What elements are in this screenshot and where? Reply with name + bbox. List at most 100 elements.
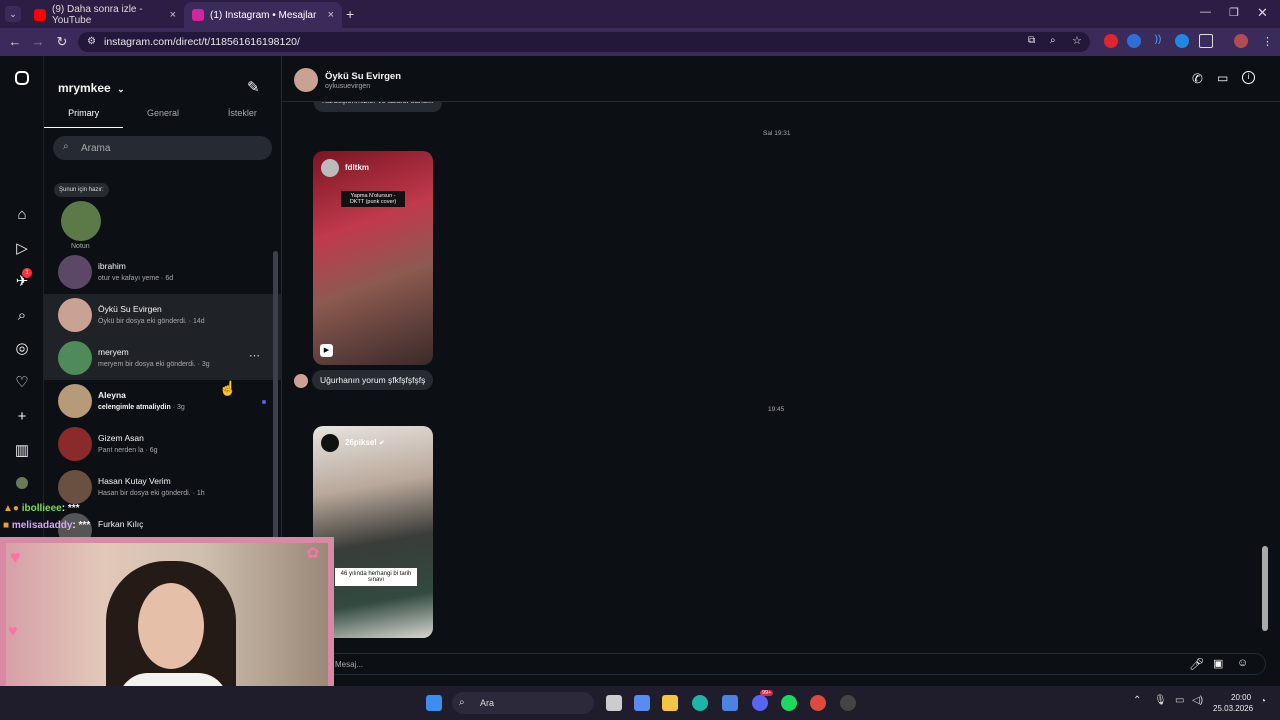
conversation-name: Öykü Su Evirgen [98,304,162,314]
extension-translate-icon[interactable] [1127,34,1141,48]
address-bar[interactable]: ⚙ instagram.com/direct/t/118561616198120… [78,32,1090,52]
reel-caption: 46 yılında herhangi bi tarih sınavı [335,568,417,586]
shared-reel-card[interactable]: fdltkm Yapma N'olursun - DKTT (punk cove… [313,151,433,365]
spotify-icon[interactable] [781,695,797,711]
tray-network-icon[interactable]: ▭ [1175,695,1184,706]
stream-chat-line: ▲● ibollieee: *** [3,503,80,514]
notification-bell-icon[interactable]: ◔ [1260,696,1266,707]
forward-button[interactable]: → [25,34,51,49]
microphone-icon[interactable]: 🎤︎ [1189,657,1204,671]
chat-scrollbar[interactable] [1262,546,1268,631]
timestamp: Sal 19:31 [763,130,791,137]
browser-menu-icon[interactable]: ⋮ [1262,35,1273,48]
more-options-icon[interactable]: ⋯ [249,349,260,362]
conversation-item[interactable]: ibrahim otur ve kafayı yeme · 6d [44,251,282,294]
chat-panel: Kardeşlerimizler ve abarsı sandık Öykü S… [282,56,1280,686]
task-view-icon[interactable] [606,695,622,711]
chrome-icon[interactable] [810,695,826,711]
badge-icon: ■ [3,520,10,531]
unread-dot [262,400,266,404]
avatar [58,427,92,461]
conversation-item[interactable]: Gizem Asan Pant nerden la · 6g [44,423,282,466]
instagram-icon [192,9,204,21]
minimize-button[interactable]: — [1200,6,1211,18]
chat-name[interactable]: Öykü Su Evirgen [325,71,401,82]
message-input[interactable]: Mesaj... 🎤︎ ▣ ☺ [322,653,1266,675]
image-upload-icon[interactable]: ▣ [1213,657,1223,670]
conversation-name: Hasan Kutay Verim [98,476,171,486]
profile-avatar[interactable] [1234,34,1248,48]
notifications-heart-icon[interactable]: ♡ [13,374,31,392]
window-close-button[interactable]: ✕ [1257,5,1268,21]
tray-mic-icon[interactable]: 🎙︎ [1154,695,1167,706]
new-message-icon[interactable]: ✎ [247,78,260,96]
conversation-item[interactable]: Aleyna celengimle atmaliydin · 3g [44,380,282,423]
file-explorer-icon[interactable] [662,695,678,711]
install-icon[interactable]: ⧉ [1028,35,1035,46]
home-icon[interactable]: ⌂ [13,206,31,224]
tab-requests[interactable]: İstekler [203,108,282,128]
edge-icon[interactable] [692,695,708,711]
close-icon[interactable]: × [170,9,176,21]
close-icon[interactable]: × [328,9,334,21]
reels-icon[interactable]: ▷ [13,240,31,258]
notification-badge: 1 [22,268,32,278]
account-switcher[interactable]: mrymkee ⌄ [58,81,125,95]
tab-primary[interactable]: Primary [44,108,124,128]
extension-blue-icon[interactable] [1175,34,1189,48]
inbox-scrollbar[interactable] [273,251,278,541]
timestamp: 19:45 [768,406,785,413]
reload-button[interactable]: ↻ [49,34,75,50]
tab-youtube[interactable]: (9) Daha sonra izle - YouTube × [26,2,184,28]
reel-caption: Yapma N'olursun - DKTT (punk cover) [341,191,405,207]
conversation-name: Furkan Kılıç [98,519,144,529]
avatar [58,255,92,289]
extension-audio-icon[interactable]: )) [1151,34,1165,48]
dashboard-icon[interactable]: ▥ [13,442,31,460]
clock-time[interactable]: 20:00 [1231,693,1251,702]
bow-icon: ✿ [306,545,320,562]
copilot-icon[interactable] [634,695,650,711]
tab-search-button[interactable]: ⌄ [5,6,21,22]
tab-instagram-label: (1) Instagram • Mesajlar [210,9,317,21]
search-icon[interactable]: ⌕ [13,307,31,325]
messages-icon[interactable]: ✈ 1 [13,268,32,291]
create-icon[interactable]: + [13,408,31,426]
tab-general[interactable]: General [123,108,202,128]
conversation-item[interactable]: Öykü Su Evirgen Öykü bir dosya eki gönde… [44,294,282,337]
chevron-down-icon: ⌄ [117,84,125,94]
search-input[interactable]: ⌕ Arama [53,136,272,160]
site-info-icon[interactable]: ⚙ [87,36,96,47]
verified-icon: ✔ [378,440,385,447]
new-tab-button[interactable]: + [346,6,354,22]
store-icon[interactable] [722,695,738,711]
explore-icon[interactable]: ◎ [13,340,31,358]
message-bubble[interactable]: Uğurhanın yorum şfkfşfşfşfş [312,370,434,390]
sticker-icon[interactable]: ☺ [1237,657,1248,669]
clock-date[interactable]: 25.03.2026 [1213,704,1253,713]
chat-avatar[interactable] [294,68,318,92]
discord-icon[interactable]: 99+ [752,690,774,711]
info-icon[interactable]: i [1242,71,1255,84]
chat-handle: oykusuevirgen [325,83,371,90]
restore-button[interactable]: ❐ [1229,6,1239,19]
extension-red-icon[interactable] [1104,34,1118,48]
phone-icon[interactable]: ✆ [1192,71,1203,87]
conversation-item[interactable]: meryem meryem bir dosya eki gönderdi. · … [44,337,282,380]
extensions-puzzle-icon[interactable] [1199,34,1213,48]
windows-start-icon[interactable] [426,695,442,711]
note-bubble[interactable]: Şunun için hazır: [54,183,109,197]
tray-volume-icon[interactable]: ◁) [1192,695,1203,706]
instagram-logo-icon[interactable] [15,71,29,85]
tab-instagram[interactable]: (1) Instagram • Mesajlar × [184,2,342,28]
obs-icon[interactable] [840,695,856,711]
tray-overflow-icon[interactable]: ⌃ [1133,695,1141,706]
note-avatar[interactable] [61,201,101,241]
profile-icon[interactable] [16,477,28,489]
bookmark-star-icon[interactable]: ☆ [1072,34,1082,47]
taskbar-search[interactable]: ⌕ Ara [452,692,594,714]
windows-taskbar: ⌕ Ara 99+ ⌃ 🎙︎ ▭ ◁) 20:00 25.03.2026 ◔ [0,686,1280,720]
video-call-icon[interactable]: ▭ [1217,71,1228,85]
zoom-icon[interactable]: ⌕ [1050,35,1056,46]
search-icon: ⌕ [63,141,69,152]
